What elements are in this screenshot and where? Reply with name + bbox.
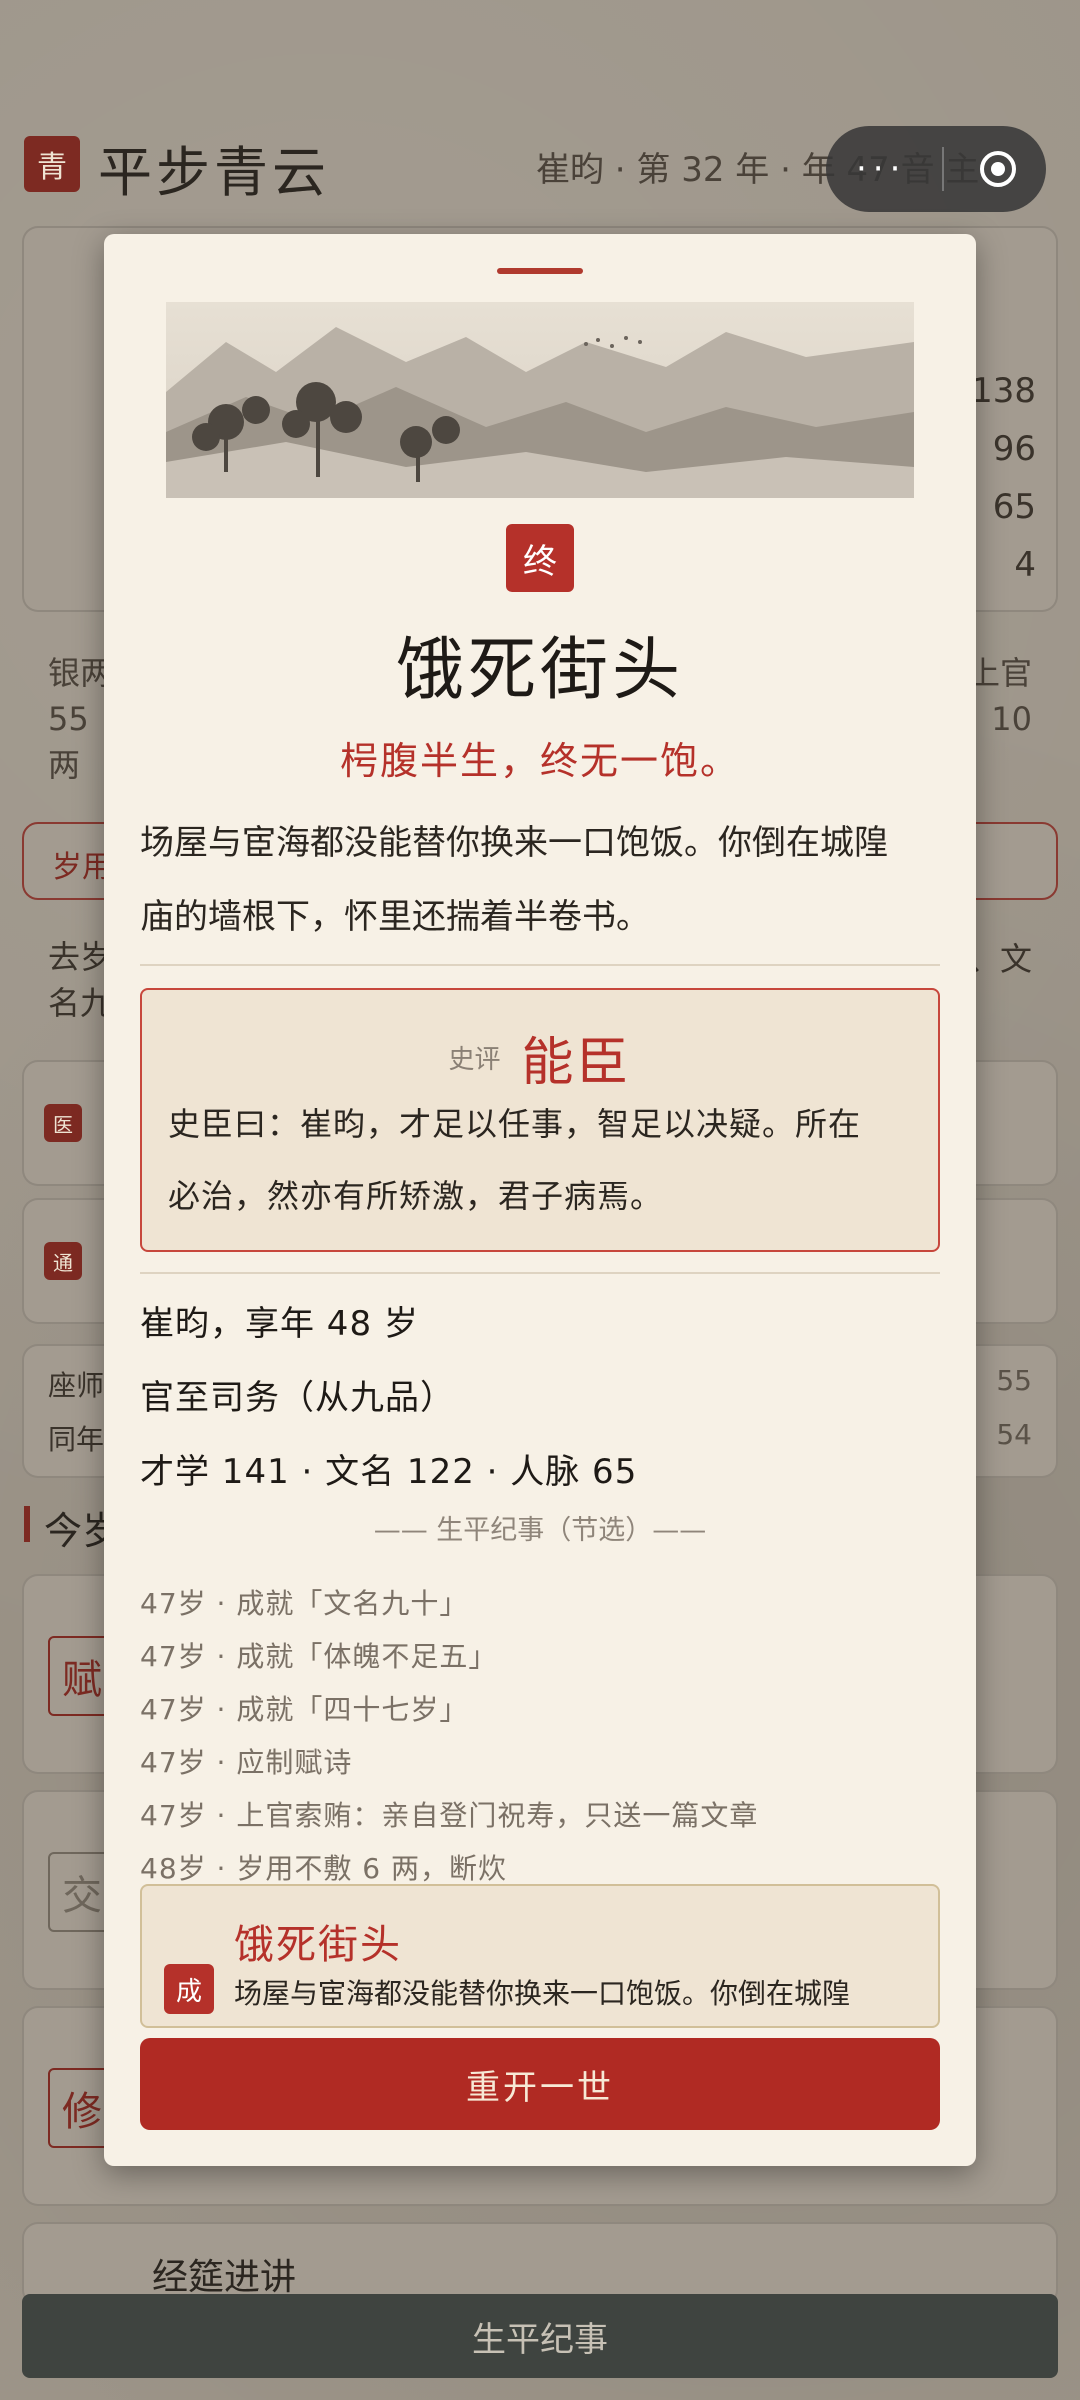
office-line: 官至司务（从九品） bbox=[140, 1378, 455, 1418]
description-line: 庙的墙根下，怀里还揣着半卷书。 bbox=[140, 897, 650, 937]
event-item: 47岁 · 成就「四十七岁」 bbox=[140, 1693, 469, 1726]
review-line: 史臣曰：崔昀，才足以任事，智足以决疑。所在 bbox=[168, 1105, 862, 1143]
ending-tagline: 枵腹半生，终无一饱。 bbox=[339, 739, 740, 783]
ending-seal: 终 bbox=[506, 524, 574, 592]
event-item: 47岁 · 应制赋诗 bbox=[140, 1746, 353, 1779]
divider bbox=[140, 1272, 940, 1274]
attributes-line: 才学 141 · 文名 122 · 人脉 65 bbox=[140, 1452, 638, 1492]
events-section-title: —— 生平纪事（节选）—— bbox=[373, 1515, 707, 1546]
event-item: 47岁 · 成就「体魄不足五」 bbox=[140, 1640, 498, 1673]
ending-modal: 终 饿死街头 枵腹半生，终无一饱。 场屋与宦海都没能替你换来一口饱饭。你倒在城隍… bbox=[104, 234, 976, 2166]
achievement-badge: 成 bbox=[164, 1964, 214, 2014]
event-item: 48岁 · 岁用不敷 6 两，断炊 bbox=[140, 1852, 507, 1885]
achievement-description: 场屋与宦海都没能替你换来一口饱饭。你倒在城隍 bbox=[234, 1977, 851, 2010]
achievement-card: 成 饿死街头 场屋与宦海都没能替你换来一口饱饭。你倒在城隍 bbox=[140, 1884, 940, 2028]
review-verdict: 能臣 bbox=[521, 1033, 632, 1093]
landscape-painting bbox=[166, 302, 914, 498]
event-item: 47岁 · 成就「文名九十」 bbox=[140, 1587, 469, 1620]
modal-handle bbox=[497, 268, 583, 274]
restart-button[interactable]: 重开一世 bbox=[140, 2038, 940, 2130]
history-review-box: 史评 能臣 史臣曰：崔昀，才足以任事，智足以决疑。所在 必治，然亦有所矫激，君子… bbox=[140, 988, 940, 1252]
age-line: 崔昀，享年 48 岁 bbox=[140, 1304, 419, 1344]
divider bbox=[140, 964, 940, 966]
ending-description: 场屋与宦海都没能替你换来一口饱饭。你倒在城隍 庙的墙根下，怀里还揣着半卷书。 bbox=[140, 806, 940, 954]
review-line: 必治，然亦有所矫激，君子病焉。 bbox=[168, 1177, 664, 1215]
event-item: 47岁 · 上官索贿：亲自登门祝寿，只送一篇文章 bbox=[140, 1799, 759, 1832]
review-label: 史评 bbox=[448, 1045, 501, 1075]
description-line: 场屋与宦海都没能替你换来一口饱饭。你倒在城隍 bbox=[140, 823, 888, 863]
achievement-title: 饿死街头 bbox=[234, 1922, 402, 1968]
ending-title: 饿死街头 bbox=[395, 631, 684, 710]
